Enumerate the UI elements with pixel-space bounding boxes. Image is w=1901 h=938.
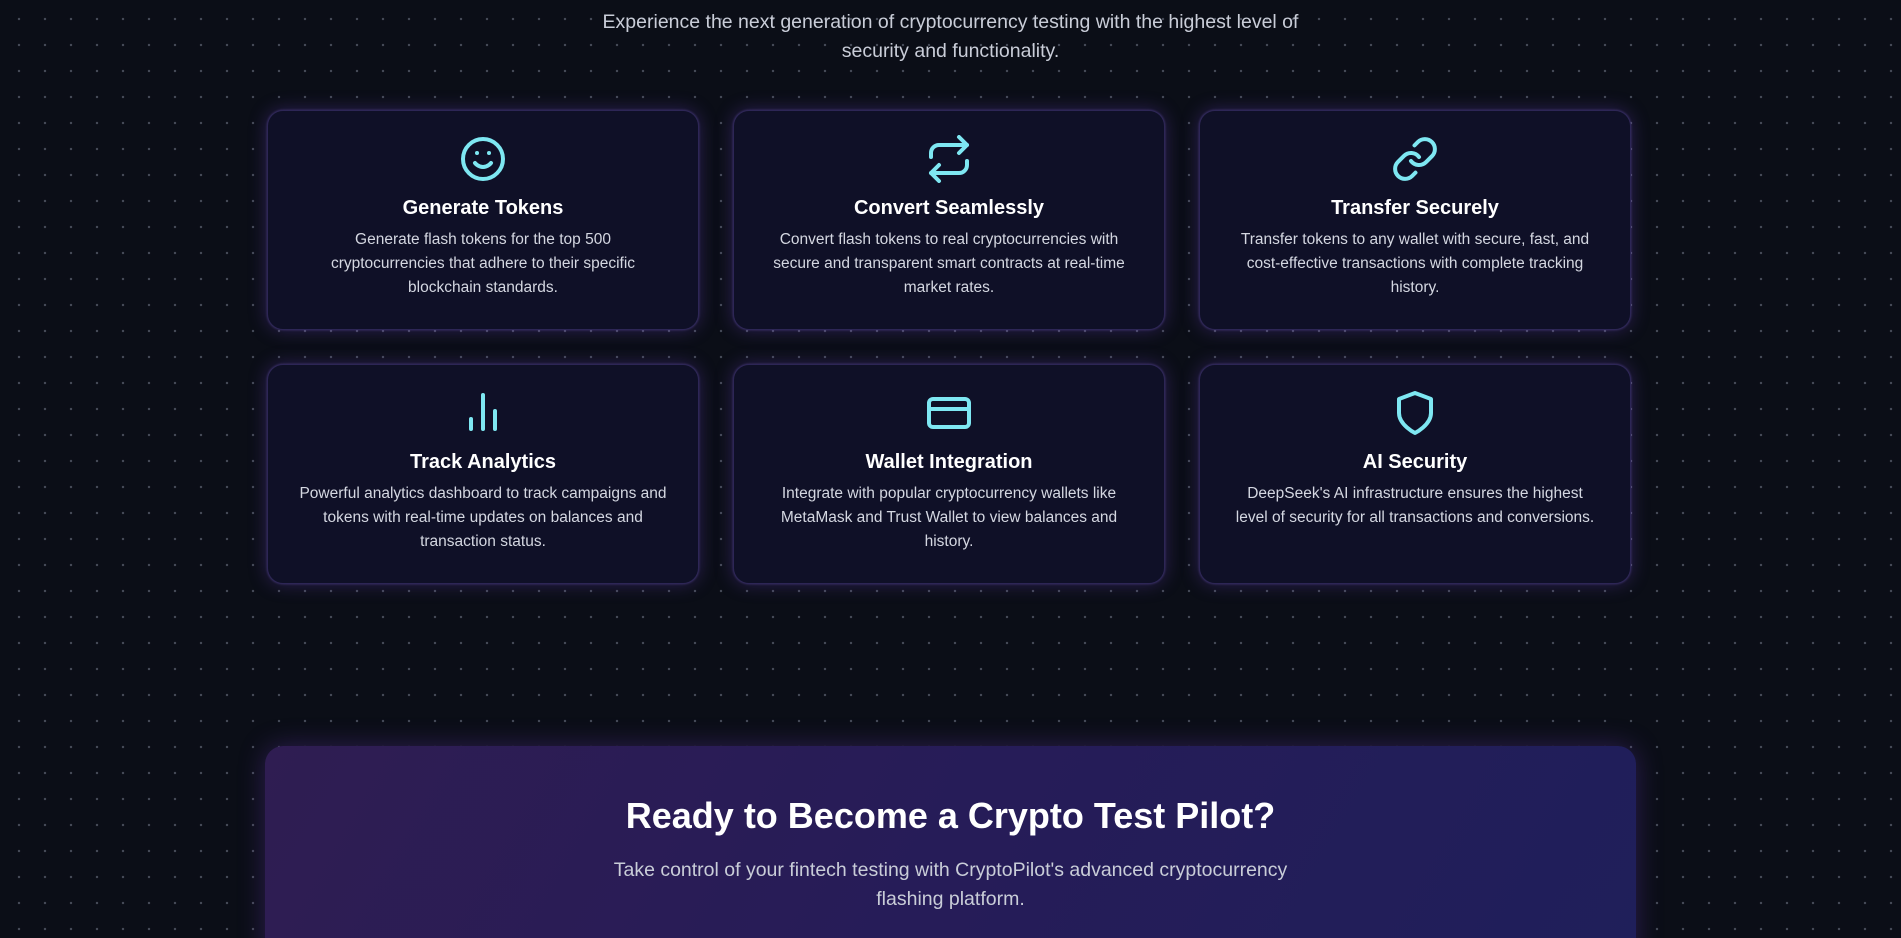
feature-description: Generate flash tokens for the top 500 cr…: [330, 231, 636, 296]
bar-chart-icon: [459, 389, 507, 437]
feature-description: Transfer tokens to any wallet with secur…: [1240, 231, 1590, 296]
intro-line-2: security and functionality.: [841, 40, 1060, 62]
feature-card-wallet-integration: Wallet Integration Integrate with popula…: [733, 364, 1165, 584]
smiley-face-icon: [459, 135, 507, 183]
feature-title: Convert Seamlessly: [853, 197, 1045, 219]
feature-description: Convert flash tokens to real cryptocurre…: [773, 231, 1125, 296]
feature-title: Wallet Integration: [865, 451, 1033, 473]
feature-title: Generate Tokens: [402, 197, 564, 219]
intro-text: Experience the next generation of crypto…: [0, 8, 1901, 66]
feature-card-track-analytics: Track Analytics Powerful analytics dashb…: [267, 364, 699, 584]
features-grid: Generate Tokens Generate flash tokens fo…: [267, 110, 1634, 584]
repeat-arrows-icon: [925, 135, 973, 183]
shield-icon: [1391, 389, 1439, 437]
feature-title: AI Security: [1362, 451, 1468, 473]
feature-card-convert-seamlessly: Convert Seamlessly Convert flash tokens …: [733, 110, 1165, 330]
feature-description: Powerful analytics dashboard to track ca…: [299, 485, 667, 550]
feature-card-transfer-securely: Transfer Securely Transfer tokens to any…: [1199, 110, 1631, 330]
feature-card-ai-security: AI Security DeepSeek's AI infrastructure…: [1199, 364, 1631, 584]
cta-title: Ready to Become a Crypto Test Pilot?: [625, 795, 1276, 836]
feature-title: Transfer Securely: [1331, 197, 1499, 219]
intro-line-1: Experience the next generation of crypto…: [602, 11, 1299, 33]
feature-title: Track Analytics: [409, 451, 556, 473]
cta-description: Take control of your fintech testing wit…: [613, 859, 1288, 910]
feature-description: Integrate with popular cryptocurrency wa…: [780, 485, 1118, 550]
credit-card-icon: [925, 389, 973, 437]
cta-panel: Ready to Become a Crypto Test Pilot? Tak…: [265, 746, 1636, 938]
feature-description: DeepSeek's AI infrastructure ensures the…: [1235, 485, 1595, 526]
link-icon: [1391, 135, 1439, 183]
feature-card-generate-tokens: Generate Tokens Generate flash tokens fo…: [267, 110, 699, 330]
page: Experience the next generation of crypto…: [0, 0, 1901, 938]
